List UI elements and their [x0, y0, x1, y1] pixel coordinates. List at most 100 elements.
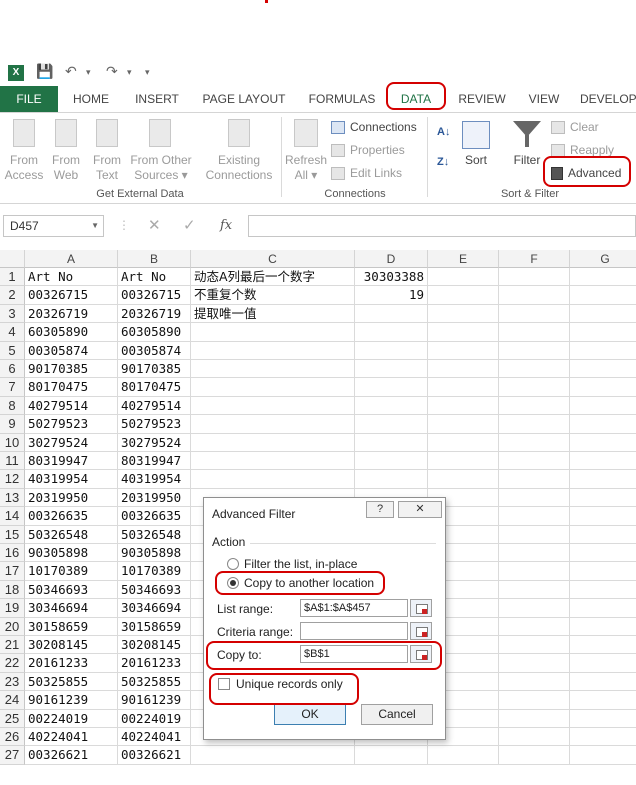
row-header[interactable]: 9 [0, 415, 25, 434]
cell-f[interactable] [499, 470, 570, 489]
cell-f[interactable] [499, 323, 570, 342]
cancel-formula-icon[interactable]: ✕ [148, 216, 161, 234]
row-header[interactable]: 2 [0, 286, 25, 305]
column-header-a[interactable]: A [25, 250, 118, 268]
cell-d[interactable] [355, 378, 428, 397]
row-header[interactable]: 3 [0, 304, 25, 324]
cell-a[interactable]: 00224019 [25, 709, 118, 728]
cell-b[interactable]: 50346693 [118, 580, 191, 600]
cell-b[interactable]: 10170389 [118, 562, 191, 581]
cell-d[interactable] [355, 396, 428, 416]
cell-g[interactable] [570, 746, 636, 765]
cell-a[interactable]: 80319947 [25, 452, 118, 471]
row-header[interactable]: 10 [0, 433, 25, 452]
cell-g[interactable] [570, 434, 636, 452]
cell-g[interactable] [570, 507, 636, 526]
edit-links-button[interactable]: Edit Links [331, 164, 402, 182]
column-header-e[interactable]: E [428, 250, 499, 268]
cell-g[interactable] [570, 636, 636, 655]
cell-g[interactable] [570, 268, 636, 287]
row-header[interactable]: 7 [0, 378, 25, 397]
tab-page-layout[interactable]: PAGE LAYOUT [198, 86, 290, 112]
cell-g[interactable] [570, 654, 636, 673]
cell-a[interactable]: 40319954 [25, 470, 118, 489]
row-header[interactable]: 14 [0, 507, 25, 526]
row-header[interactable]: 16 [0, 544, 25, 563]
connections-button[interactable]: Connections [331, 118, 417, 136]
cell-c[interactable] [191, 396, 355, 416]
unique-records-label[interactable]: Unique records only [236, 677, 343, 691]
cell-b[interactable]: 50326548 [118, 525, 191, 544]
filter-button[interactable]: Filter [508, 153, 546, 168]
row-header[interactable]: 26 [0, 728, 25, 747]
row-header[interactable]: 19 [0, 599, 25, 618]
row-header[interactable]: 20 [0, 617, 25, 636]
cell-g[interactable] [570, 581, 636, 600]
cell-f[interactable] [499, 286, 570, 305]
cell-c[interactable] [191, 360, 355, 379]
cell-c[interactable] [191, 452, 355, 471]
cell-a[interactable]: 60305890 [25, 323, 118, 342]
cell-d[interactable] [355, 433, 428, 452]
cell-f[interactable] [499, 304, 570, 324]
cell-a[interactable]: 40224041 [25, 728, 118, 747]
name-box-dropdown-icon[interactable]: ▼ [91, 216, 99, 236]
cell-b[interactable]: 40319954 [118, 470, 191, 489]
cell-f[interactable] [499, 341, 570, 360]
cell-b[interactable]: 30279524 [118, 433, 191, 452]
cell-f[interactable] [499, 599, 570, 618]
cell-f[interactable] [499, 452, 570, 471]
cell-f[interactable] [499, 433, 570, 452]
cell-b[interactable]: 40224041 [118, 728, 191, 747]
formula-input[interactable] [248, 215, 636, 237]
cell-e[interactable] [428, 341, 499, 360]
cell-e[interactable] [428, 360, 499, 379]
column-header-d[interactable]: D [355, 250, 428, 268]
cell-a[interactable]: 90305898 [25, 544, 118, 563]
cell-d[interactable] [355, 452, 428, 471]
redo-icon[interactable]: ↷ [106, 64, 118, 80]
from-access-button[interactable]: From Access [2, 153, 46, 183]
cell-c[interactable]: 提取唯一值 [191, 304, 355, 324]
cell-e[interactable] [428, 415, 499, 434]
cell-g[interactable] [570, 710, 636, 728]
cell-g[interactable] [570, 526, 636, 544]
cell-e[interactable] [428, 286, 499, 305]
row-header[interactable]: 17 [0, 562, 25, 581]
cell-g[interactable] [570, 618, 636, 636]
cell-e[interactable] [428, 268, 499, 287]
reapply-filter-button[interactable]: Reapply [551, 141, 614, 159]
cell-f[interactable] [499, 636, 570, 655]
cell-f[interactable] [499, 360, 570, 379]
cell-a[interactable]: 80170475 [25, 378, 118, 397]
cell-g[interactable] [570, 378, 636, 397]
cell-g[interactable] [570, 323, 636, 342]
cell-d[interactable] [355, 415, 428, 434]
copy-to-input[interactable]: $B$1 [300, 645, 408, 663]
cell-g[interactable] [570, 599, 636, 618]
cell-b[interactable]: 00224019 [118, 709, 191, 728]
cell-c[interactable] [191, 415, 355, 434]
cell-b[interactable]: 20319950 [118, 488, 191, 508]
cell-b[interactable]: 80319947 [118, 452, 191, 471]
list-range-input[interactable]: $A$1:$A$457 [300, 599, 408, 617]
cell-f[interactable] [499, 654, 570, 673]
cell-b[interactable]: 40279514 [118, 396, 191, 416]
cell-a[interactable]: 30208145 [25, 636, 118, 655]
insert-function-icon[interactable]: fx [220, 218, 232, 233]
cell-c[interactable] [191, 746, 355, 765]
row-header[interactable]: 25 [0, 709, 25, 728]
cell-f[interactable] [499, 672, 570, 692]
tab-file[interactable]: FILE [0, 86, 58, 112]
cell-g[interactable] [570, 728, 636, 747]
cell-a[interactable]: 90161239 [25, 691, 118, 710]
advanced-filter-button[interactable]: Advanced [551, 164, 621, 182]
cell-a[interactable]: 00326715 [25, 286, 118, 305]
column-header-b[interactable]: B [118, 250, 191, 268]
tab-formulas[interactable]: FORMULAS [305, 86, 379, 112]
cell-b[interactable]: 90305898 [118, 544, 191, 563]
from-text-button[interactable]: From Text [88, 153, 126, 183]
radio-copy-to-location[interactable] [227, 577, 239, 589]
cell-d[interactable] [355, 341, 428, 360]
row-header[interactable]: 12 [0, 470, 25, 489]
